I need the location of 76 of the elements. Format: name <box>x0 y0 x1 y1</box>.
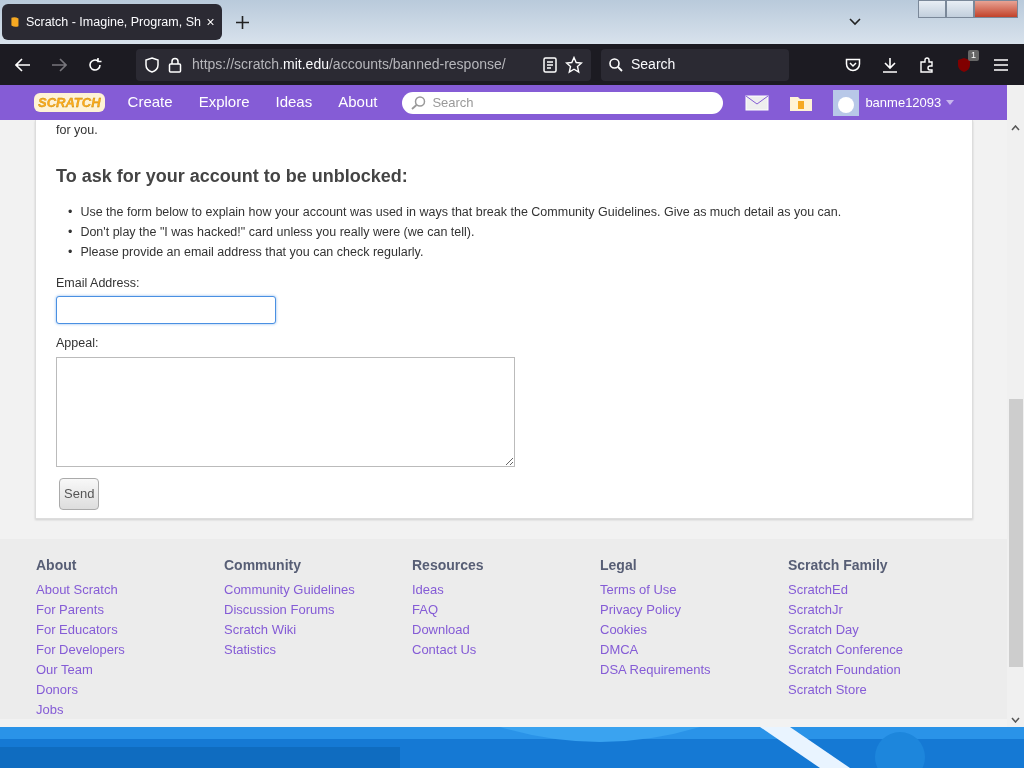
minimize-button[interactable] <box>918 0 946 18</box>
footer-link[interactable]: For Educators <box>36 620 224 641</box>
footer-link[interactable]: Contact Us <box>412 640 600 661</box>
search-icon <box>609 57 623 72</box>
footer-link[interactable]: ScratchEd <box>788 580 976 601</box>
notification-badge: 1 <box>968 49 979 61</box>
footer-link[interactable]: FAQ <box>412 600 600 621</box>
footer-heading: About <box>36 556 78 574</box>
footer-link[interactable]: Donors <box>36 680 224 701</box>
footer-link[interactable]: Scratch Store <box>788 680 976 701</box>
nav-link[interactable]: Ideas <box>262 91 326 114</box>
close-icon[interactable] <box>206 17 214 27</box>
bullet-marker: • <box>68 223 73 241</box>
star-icon[interactable] <box>565 55 583 74</box>
footer-link[interactable]: ScratchJr <box>788 600 976 621</box>
footer-link[interactable]: Scratch Wiki <box>224 620 412 641</box>
footer-link[interactable]: Scratch Conference <box>788 640 976 661</box>
intro-text: for you. <box>56 122 99 139</box>
list-item: Use the form below to explain how your account was used in ways that break the Community Guidelines. Give as much detail as you can. <box>80 203 842 221</box>
footer-heading: Resources <box>412 556 485 574</box>
footer-link[interactable]: Scratch Day <box>788 620 976 641</box>
new-tab-icon[interactable] <box>236 15 249 29</box>
search-icon <box>410 95 427 110</box>
maximize-button[interactable] <box>946 0 974 18</box>
lock-icon <box>168 56 182 73</box>
footer-link[interactable]: Ideas <box>412 580 600 601</box>
tab-title: Scratch - Imagine, Program, Sh <box>25 13 201 31</box>
scroll-down-icon[interactable] <box>1011 717 1020 723</box>
footer-heading: Scratch Family <box>788 556 889 574</box>
bullet-marker: • <box>68 203 73 221</box>
scroll-up-icon[interactable] <box>1011 125 1020 131</box>
footer-link[interactable]: Community Guidelines <box>224 580 412 601</box>
footer-link[interactable]: DSA Requirements <box>600 660 788 681</box>
shield-icon <box>144 56 160 73</box>
field-label: Appeal: <box>56 335 100 353</box>
caret-icon[interactable] <box>946 100 955 105</box>
address-bar[interactable]: https://scratch.mit.edu/accounts/banned-response/ <box>136 48 591 81</box>
nav-link[interactable]: About <box>325 91 391 114</box>
reader-icon[interactable] <box>543 56 557 73</box>
footer-link[interactable]: For Parents <box>36 600 224 621</box>
nav-link[interactable]: Create <box>114 91 186 114</box>
url-text: https://scratch.mit.edu/accounts/banned-response/ <box>192 55 506 74</box>
browser-tab[interactable]: Scratch - Imagine, Program, Sh <box>2 4 222 40</box>
footer-link[interactable]: Cookies <box>600 620 788 641</box>
scrollbar-thumb[interactable] <box>1008 399 1023 667</box>
footer-link[interactable]: For Developers <box>36 640 224 661</box>
section-heading: To ask for your account to be unblocked: <box>56 166 409 188</box>
email-field[interactable] <box>56 296 276 325</box>
footer-link[interactable]: Privacy Policy <box>600 600 788 621</box>
search-placeholder: Search <box>631 55 676 74</box>
bullet-marker: • <box>68 243 73 261</box>
footer-link[interactable]: About Scratch <box>36 580 224 601</box>
footer-link[interactable]: Jobs <box>36 700 224 721</box>
footer-link[interactable]: Download <box>412 620 600 641</box>
send-button[interactable]: Send <box>59 478 100 510</box>
footer-heading: Community <box>224 556 302 574</box>
footer-link[interactable]: Statistics <box>224 640 412 661</box>
list-item: Don't play the "I was hacked!" card unless you really were (we can tell). <box>80 223 475 241</box>
nav-link[interactable]: Explore <box>185 91 263 114</box>
search-field[interactable]: Search <box>402 91 724 114</box>
footer-link[interactable]: DMCA <box>600 640 788 661</box>
search-placeholder: Search <box>432 93 474 112</box>
appeal-field[interactable] <box>56 357 515 468</box>
field-label: Email Address: <box>56 274 141 292</box>
footer-link[interactable]: Discussion Forums <box>224 600 412 621</box>
shield-extension-icon[interactable] <box>956 56 972 73</box>
footer-link[interactable]: Scratch Foundation <box>788 660 976 681</box>
username[interactable]: banme12093 <box>865 92 942 113</box>
mail-icon[interactable] <box>745 94 770 111</box>
chevron-icon[interactable] <box>849 18 861 26</box>
list-item: Please provide an email address that you can check regularly. <box>80 243 424 261</box>
footer-link[interactable]: Our Team <box>36 660 224 681</box>
avatar-icon[interactable] <box>833 89 860 116</box>
footer-heading: Legal <box>600 556 638 574</box>
search-field[interactable]: Search <box>601 48 789 81</box>
footer-link[interactable]: Terms of Use <box>600 580 788 601</box>
